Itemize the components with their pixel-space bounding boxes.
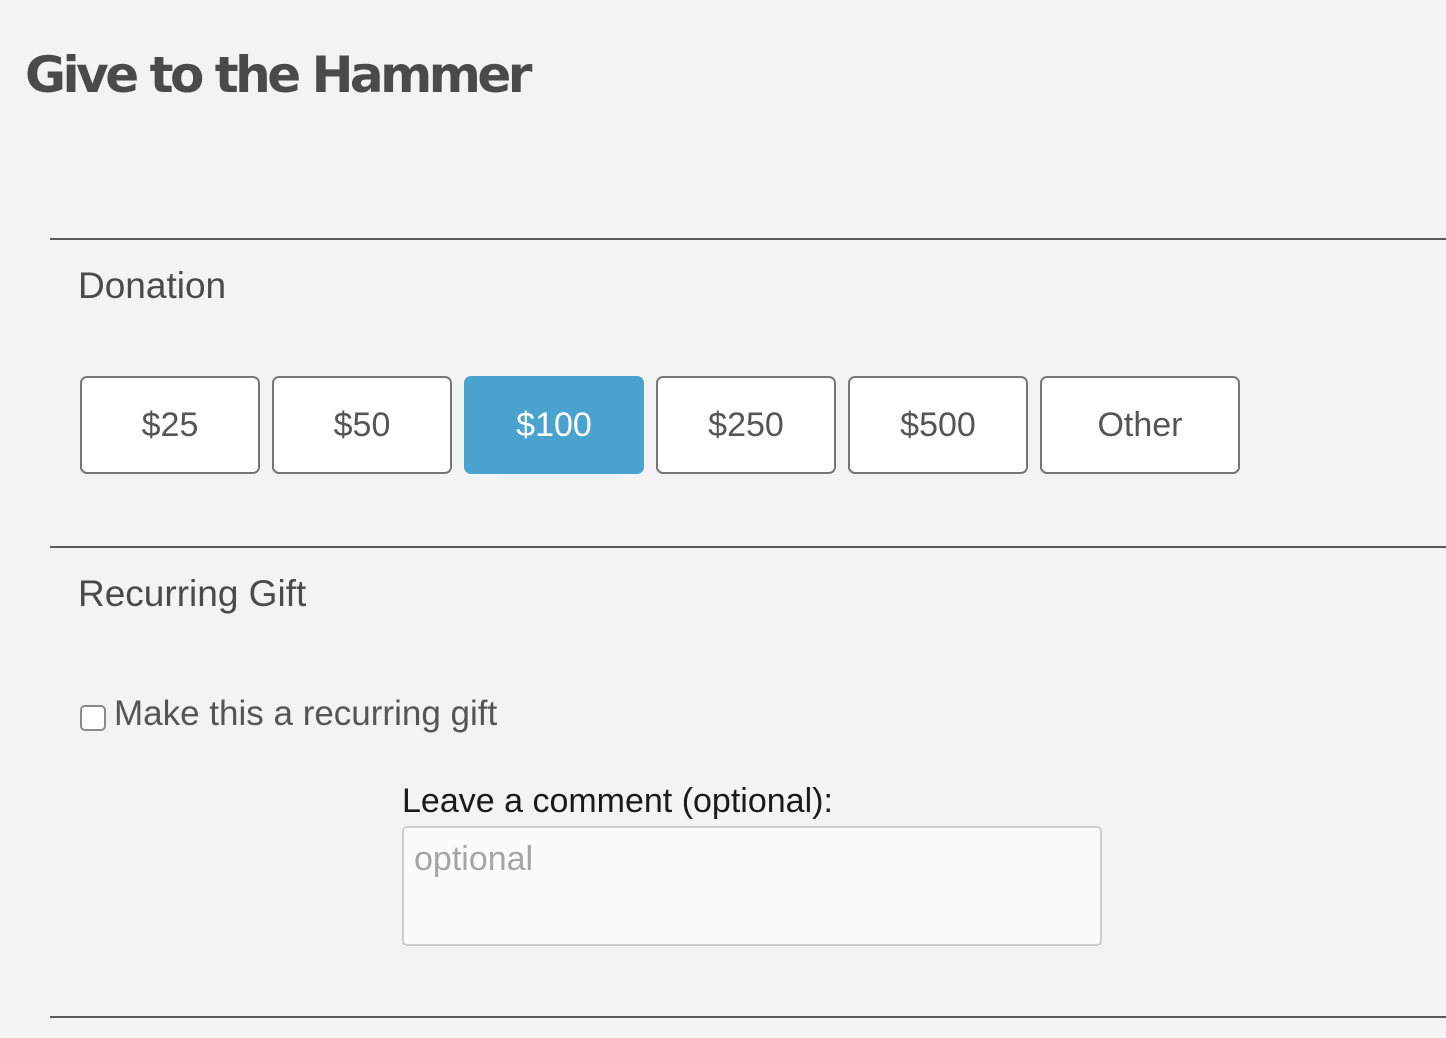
amount-button-50[interactable]: $50 (272, 376, 452, 474)
amount-button-other[interactable]: Other (1040, 376, 1240, 474)
amount-button-500[interactable]: $500 (848, 376, 1028, 474)
recurring-gift-checkbox[interactable] (80, 705, 106, 731)
comment-label: Leave a comment (optional): (402, 782, 833, 820)
amount-button-100[interactable]: $100 (464, 376, 644, 474)
recurring-gift-label: Make this a recurring gift (114, 694, 498, 733)
recurring-gift-heading: Recurring Gift (78, 573, 307, 614)
recurring-gift-option[interactable]: Make this a recurring gift (80, 692, 497, 736)
section-divider (50, 546, 1446, 548)
comment-input[interactable] (402, 826, 1102, 946)
section-divider (50, 1016, 1446, 1018)
amount-button-250[interactable]: $250 (656, 376, 836, 474)
donation-heading: Donation (78, 265, 227, 306)
amount-button-25[interactable]: $25 (80, 376, 260, 474)
section-divider (50, 238, 1446, 240)
page-title: Give to the Hammer (25, 46, 532, 104)
